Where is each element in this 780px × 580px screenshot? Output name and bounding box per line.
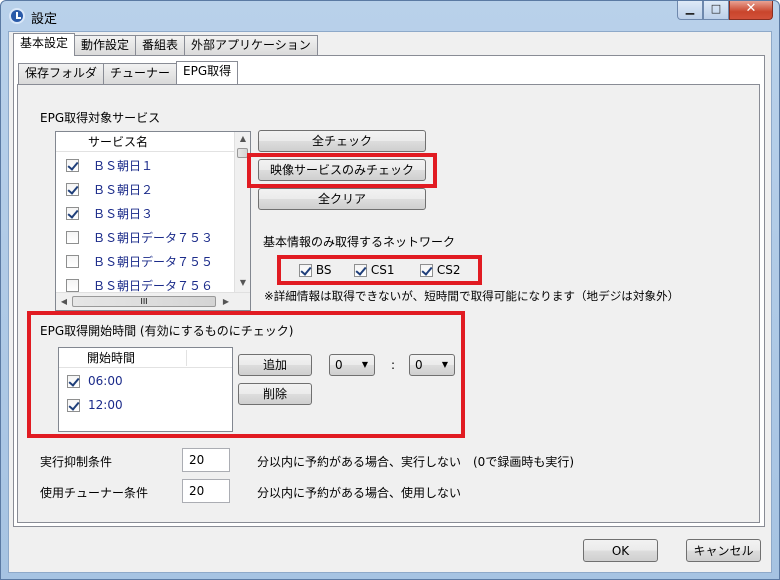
ok-button[interactable]: OK bbox=[583, 539, 658, 562]
start-time-label: EPG取得開始時間 (有効にするものにチェック) bbox=[40, 324, 294, 338]
start-time-list-header: 開始時間 bbox=[59, 348, 232, 368]
basic-settings-panel: 保存フォルダ チューナー EPG取得 EPG取得対象サービス サービス名 ＢＳ朝… bbox=[13, 55, 765, 527]
clear-all-button[interactable]: 全クリア bbox=[258, 188, 426, 210]
service-checkbox-4[interactable] bbox=[66, 230, 79, 244]
service-checkbox-3[interactable] bbox=[66, 206, 79, 220]
delete-button[interactable]: 削除 bbox=[238, 383, 312, 405]
cancel-button[interactable]: キャンセル bbox=[686, 539, 761, 562]
service-name-column-header: サービス名 bbox=[88, 135, 149, 149]
start-time-column-header: 開始時間 bbox=[87, 351, 136, 365]
time-separator: : bbox=[391, 358, 396, 372]
minute-value: 0 bbox=[415, 358, 423, 372]
exec-suppress-input[interactable]: 20 bbox=[182, 448, 230, 472]
epg-acquisition-panel: EPG取得対象サービス サービス名 ＢＳ朝日１ ＢＳ朝日２ ＢＳ朝日３ ＢＳ朝日… bbox=[17, 84, 760, 523]
list-item[interactable]: 12:00 bbox=[59, 393, 232, 417]
maximize-button[interactable]: □ bbox=[703, 1, 729, 20]
list-item[interactable]: ＢＳ朝日データ７５３ bbox=[56, 225, 236, 249]
minute-select[interactable]: 0 ▼ bbox=[409, 354, 455, 376]
start-time-value: 12:00 bbox=[88, 398, 123, 412]
start-time-checkbox-1[interactable] bbox=[67, 374, 80, 388]
scroll-left-icon[interactable]: ◀ bbox=[58, 297, 70, 306]
check-all-button[interactable]: 全チェック bbox=[258, 130, 426, 152]
exec-suppress-desc: 分以内に予約がある場合、実行しない (0で録画時も実行) bbox=[257, 455, 575, 469]
clock-icon bbox=[9, 8, 25, 24]
service-list-header: サービス名 bbox=[56, 132, 236, 152]
service-listbox[interactable]: サービス名 ＢＳ朝日１ ＢＳ朝日２ ＢＳ朝日３ ＢＳ朝日データ７５３ ＢＳ朝日デ… bbox=[55, 131, 251, 311]
hscroll-thumb[interactable]: III bbox=[72, 296, 216, 307]
service-checkbox-6[interactable] bbox=[66, 278, 79, 292]
tab-save-folder[interactable]: 保存フォルダ bbox=[18, 63, 105, 84]
close-icon: ✕ bbox=[745, 1, 757, 16]
cs1-checkbox[interactable] bbox=[354, 264, 367, 277]
tuner-cond-label: 使用チューナー条件 bbox=[40, 486, 149, 500]
service-name: ＢＳ朝日１ bbox=[93, 158, 154, 173]
window-title: 設定 bbox=[31, 12, 58, 27]
tab-program-guide[interactable]: 番組表 bbox=[135, 35, 186, 56]
scroll-right-icon[interactable]: ▶ bbox=[220, 297, 232, 306]
cs1-label: CS1 bbox=[370, 263, 395, 277]
service-name: ＢＳ朝日３ bbox=[93, 206, 154, 221]
list-item[interactable]: ＢＳ朝日３ bbox=[56, 201, 236, 225]
list-item[interactable]: ＢＳ朝日データ７５５ bbox=[56, 249, 236, 273]
tab-operation-settings[interactable]: 動作設定 bbox=[74, 35, 137, 56]
hour-select[interactable]: 0 ▼ bbox=[329, 354, 375, 376]
service-checkbox-1[interactable] bbox=[66, 158, 79, 172]
header-divider bbox=[186, 350, 187, 366]
start-time-value: 06:00 bbox=[88, 374, 123, 388]
tab-epg-acquisition[interactable]: EPG取得 bbox=[176, 61, 239, 84]
network-cs2[interactable]: CS2 bbox=[420, 263, 460, 277]
tab-tuner[interactable]: チューナー bbox=[103, 63, 178, 84]
chevron-down-icon: ▼ bbox=[441, 360, 448, 369]
epg-services-label: EPG取得対象サービス bbox=[40, 111, 161, 125]
service-checkbox-2[interactable] bbox=[66, 182, 79, 196]
minimize-icon: ▁ bbox=[685, 2, 695, 15]
minimize-button[interactable]: ▁ bbox=[677, 1, 703, 20]
hour-value: 0 bbox=[335, 358, 343, 372]
service-name: ＢＳ朝日データ７５５ bbox=[93, 254, 214, 269]
highlight-check-video-only bbox=[247, 153, 437, 188]
caption-buttons: ▁ □ ✕ bbox=[677, 1, 773, 20]
main-tabs: 基本設定 動作設定 番組表 外部アプリケーション bbox=[13, 33, 318, 56]
service-list-hscrollbar[interactable]: ◀ III ▶ bbox=[56, 292, 250, 310]
cs2-checkbox[interactable] bbox=[420, 264, 433, 277]
exec-suppress-label: 実行抑制条件 bbox=[40, 455, 113, 469]
tuner-cond-input[interactable]: 20 bbox=[182, 479, 230, 503]
service-name: ＢＳ朝日データ７５３ bbox=[93, 230, 214, 245]
close-button[interactable]: ✕ bbox=[729, 1, 773, 20]
settings-window: 設定 ▁ □ ✕ 基本設定 動作設定 番組表 外部アプリケーション 保存フォルダ… bbox=[0, 0, 780, 580]
service-name: ＢＳ朝日２ bbox=[93, 182, 154, 197]
start-time-checkbox-2[interactable] bbox=[67, 398, 80, 412]
bs-label: BS bbox=[315, 263, 332, 277]
sub-tabs: 保存フォルダ チューナー EPG取得 bbox=[18, 61, 239, 84]
service-checkbox-5[interactable] bbox=[66, 254, 79, 268]
list-item[interactable]: 06:00 bbox=[59, 369, 232, 393]
network-cs1[interactable]: CS1 bbox=[354, 263, 394, 277]
list-item[interactable]: ＢＳ朝日２ bbox=[56, 177, 236, 201]
network-label: 基本情報のみ取得するネットワーク bbox=[263, 235, 456, 249]
service-name: ＢＳ朝日データ７５６ bbox=[93, 278, 214, 293]
title-bar[interactable]: 設定 ▁ □ ✕ bbox=[1, 1, 779, 31]
scroll-down-icon[interactable]: ▼ bbox=[235, 278, 250, 287]
tuner-cond-desc: 分以内に予約がある場合、使用しない bbox=[257, 486, 462, 500]
tab-external-apps[interactable]: 外部アプリケーション bbox=[184, 35, 318, 56]
bs-checkbox[interactable] bbox=[299, 264, 312, 277]
scroll-up-icon[interactable]: ▲ bbox=[235, 134, 250, 143]
network-note: ※詳細情報は取得できないが、短時間で取得可能になります（地デジは対象外） bbox=[264, 289, 680, 303]
tab-basic-settings[interactable]: 基本設定 bbox=[13, 33, 76, 56]
cs2-label: CS2 bbox=[436, 263, 461, 277]
chevron-down-icon: ▼ bbox=[361, 360, 368, 369]
maximize-icon: □ bbox=[710, 2, 722, 15]
start-time-listbox[interactable]: 開始時間 06:00 12:00 bbox=[58, 347, 233, 432]
client-area: 基本設定 動作設定 番組表 外部アプリケーション 保存フォルダ チューナー EP… bbox=[8, 31, 772, 573]
list-item[interactable]: ＢＳ朝日１ bbox=[56, 153, 236, 177]
network-bs[interactable]: BS bbox=[299, 263, 331, 277]
add-button[interactable]: 追加 bbox=[238, 354, 312, 376]
